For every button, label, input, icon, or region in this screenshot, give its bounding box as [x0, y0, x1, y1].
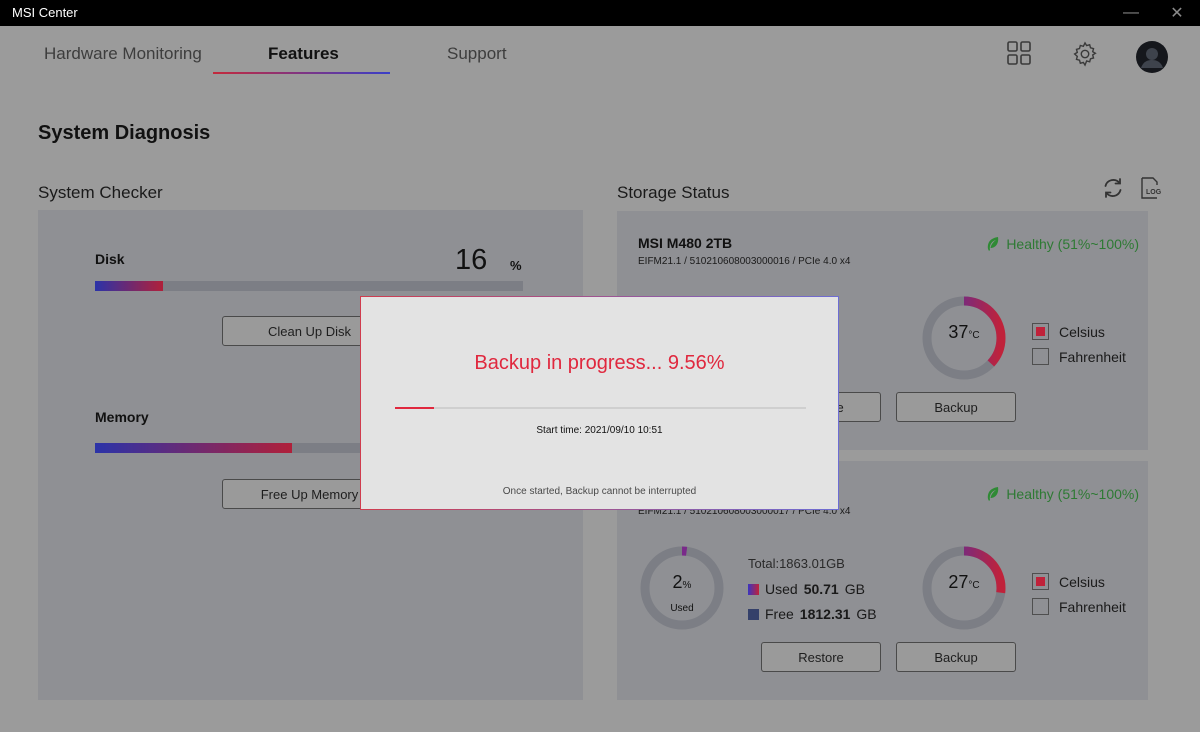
fahrenheit-label: Fahrenheit: [1059, 598, 1126, 615]
temperature-unit: °C: [968, 580, 980, 591]
total-capacity: Total:1863.01GB: [748, 556, 845, 571]
used-legend-value: 50.71: [803, 581, 839, 597]
used-percent: 2%: [637, 572, 727, 593]
tab-features[interactable]: Features: [268, 44, 339, 64]
backup-progress-dialog: Backup in progress... 9.56% Start time: …: [360, 296, 839, 510]
page-title: System Diagnosis: [38, 122, 211, 144]
celsius-checkbox[interactable]: Celsius: [1032, 573, 1105, 590]
health-status-text: Healthy (51%~100%): [1006, 236, 1139, 252]
used-legend-label: Used: [765, 581, 798, 597]
health-status: Healthy (51%~100%): [986, 486, 1139, 502]
disk-usage-value: 16: [455, 244, 488, 276]
free-legend: Free 1812.31 GB: [748, 606, 877, 622]
window-title: MSI Center: [12, 5, 78, 20]
checkbox-unchecked[interactable]: [1032, 598, 1049, 615]
free-legend-label: Free: [765, 606, 794, 622]
used-legend: Used 50.71 GB: [748, 581, 865, 597]
close-button[interactable]: ✕: [1154, 0, 1200, 26]
celsius-checkbox[interactable]: Celsius: [1032, 323, 1105, 340]
minimize-icon: —: [1123, 4, 1139, 21]
restore-button[interactable]: Restore: [761, 642, 881, 672]
backup-progress-bar: [395, 407, 806, 409]
backup-start-time: Start time: 2021/09/10 10:51: [536, 425, 663, 436]
temperature-number: 37: [948, 322, 969, 342]
tab-hardware-monitoring[interactable]: Hardware Monitoring: [44, 44, 202, 64]
temperature-value: 37°C: [919, 322, 1009, 343]
settings-gear-icon[interactable]: [1071, 40, 1099, 73]
disk-usage-bar: [95, 281, 523, 291]
minimize-button[interactable]: —: [1108, 0, 1154, 26]
free-swatch: [748, 608, 759, 620]
used-caption: Used: [670, 603, 694, 614]
user-avatar-icon[interactable]: [1136, 41, 1168, 78]
free-legend-value: 1812.31: [799, 606, 851, 622]
tab-support[interactable]: Support: [447, 44, 507, 64]
temperature-value: 27°C: [919, 572, 1009, 593]
temperature-number: 27: [948, 572, 969, 592]
fahrenheit-checkbox[interactable]: Fahrenheit: [1032, 598, 1126, 615]
backup-button[interactable]: Backup: [896, 642, 1016, 672]
close-icon: ✕: [1170, 5, 1184, 22]
apps-grid-icon[interactable]: [1006, 40, 1032, 71]
health-status: Healthy (51%~100%): [986, 236, 1139, 252]
disk-label: Disk: [95, 251, 125, 267]
backup-button[interactable]: Backup: [896, 392, 1016, 422]
backup-warning-note: Once started, Backup cannot be interrupt…: [502, 486, 697, 497]
celsius-label: Celsius: [1059, 323, 1105, 340]
system-checker-heading: System Checker: [38, 183, 163, 202]
drive-name: MSI M480 2TB: [638, 235, 733, 251]
storage-status-heading: Storage Status: [617, 183, 730, 202]
memory-usage-bar-fill: [95, 443, 292, 453]
drive-details: EIFM21.1 / 510210608003000016 / PCIe 4.0…: [638, 256, 851, 267]
temperature-unit: °C: [968, 330, 980, 341]
checkbox-checked[interactable]: [1032, 323, 1049, 340]
checkbox-checked[interactable]: [1032, 573, 1049, 590]
free-legend-unit: GB: [856, 606, 877, 622]
used-legend-unit: GB: [844, 581, 865, 597]
backup-progress-title: Backup in progress... 9.56%: [474, 352, 725, 374]
checkbox-unchecked[interactable]: [1032, 348, 1049, 365]
leaf-icon: [988, 487, 999, 501]
disk-usage-bar-fill: [95, 281, 164, 291]
fahrenheit-checkbox[interactable]: Fahrenheit: [1032, 348, 1126, 365]
memory-label: Memory: [95, 409, 149, 425]
disk-usage-unit: %: [510, 258, 522, 273]
fahrenheit-label: Fahrenheit: [1059, 348, 1126, 365]
backup-progress-bar-fill: [395, 407, 435, 409]
health-status-text: Healthy (51%~100%): [1006, 486, 1139, 502]
used-percent-sign: %: [682, 580, 692, 591]
svg-text:LOG: LOG: [1146, 189, 1162, 196]
refresh-icon[interactable]: [1101, 176, 1125, 205]
used-swatch: [748, 583, 759, 595]
celsius-label: Celsius: [1059, 573, 1105, 590]
active-tab-indicator: [213, 72, 390, 74]
leaf-icon: [988, 237, 999, 251]
used-percent-number: 2: [672, 572, 683, 592]
log-file-icon[interactable]: LOG: [1139, 176, 1163, 205]
title-bar: MSI Center — ✕: [0, 0, 1200, 26]
